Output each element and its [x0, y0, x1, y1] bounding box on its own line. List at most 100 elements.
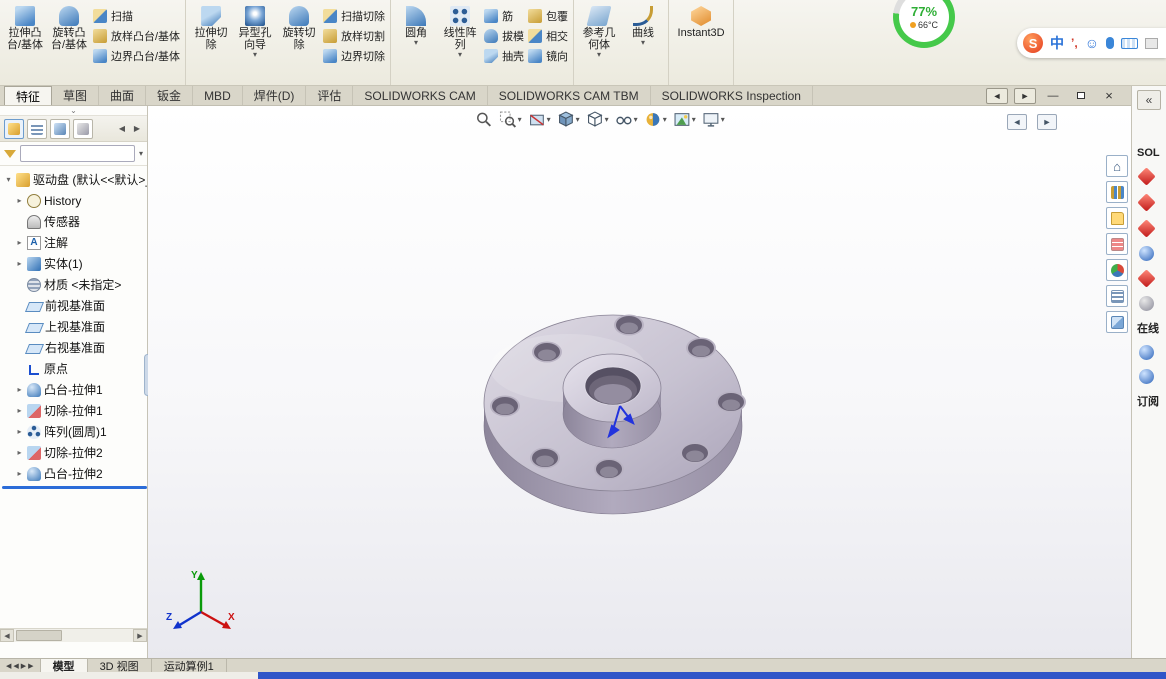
wrap-button[interactable]: 包覆 [528, 8, 568, 24]
panel-collapse-handle[interactable]: ⌄ [0, 106, 147, 116]
rollback-bar[interactable] [2, 486, 147, 489]
tool-icon[interactable] [1139, 296, 1154, 311]
tabs-scroll-left-button[interactable]: ◀ [116, 124, 128, 133]
resource-icon[interactable] [1137, 167, 1156, 186]
tab-weldments[interactable]: 焊件(D) [243, 86, 307, 105]
tab-evaluate[interactable]: 评估 [306, 86, 354, 105]
resource-icon[interactable] [1137, 269, 1156, 288]
sogou-logo-icon[interactable]: S [1023, 33, 1044, 53]
tab-dimxpertmanager[interactable] [73, 118, 93, 139]
shell-button[interactable]: 抽壳 [484, 48, 524, 64]
last-tab-arrow[interactable]: ▶ [28, 662, 33, 670]
rib-button[interactable]: 筋 [484, 8, 524, 24]
expand-arrow-icon[interactable]: ▸ [15, 385, 24, 394]
tab-features[interactable]: 特征 [4, 86, 53, 105]
mirror-button[interactable]: 镜向 [528, 48, 568, 64]
custom-properties-icon[interactable] [1106, 285, 1128, 307]
tab-surfaces[interactable]: 曲面 [99, 86, 147, 105]
ime-punctuation-toggle[interactable]: ’, [1071, 36, 1078, 50]
tab-sheet-metal[interactable]: 钣金 [146, 86, 194, 105]
view-palette-icon[interactable] [1106, 233, 1128, 255]
tree-root[interactable]: ▾ 驱动盘 (默认<<默认>_显 [2, 169, 147, 190]
graphics-viewport[interactable]: ▾ ▾ ▾ ▾ ▾ ▾ ▾ ▾ ◄ ► Y X Z ⌂ [148, 106, 1131, 658]
tab-solidworks-cam-tbm[interactable]: SOLIDWORKS CAM TBM [488, 86, 651, 105]
swept-cut-button[interactable]: 扫描切除 [323, 8, 385, 24]
revolved-cut-button[interactable]: 旋转切除 [277, 2, 321, 52]
tab-solidworks-inspection[interactable]: SOLIDWORKS Inspection [651, 86, 813, 105]
expand-arrow-icon[interactable]: ▸ [15, 406, 24, 415]
tree-item-cut-extrude2[interactable]: ▸ 切除-拉伸2 [2, 442, 147, 463]
fillet-button[interactable]: 圆角 ▾ [394, 2, 438, 48]
close-button[interactable]: × [1098, 88, 1120, 104]
hole-wizard-button[interactable]: 异型孔向导 ▾ [233, 2, 277, 60]
tree-item-cut-extrude1[interactable]: ▸ 切除-拉伸1 [2, 400, 147, 421]
tab-configurationmanager[interactable] [50, 118, 70, 139]
minimize-button[interactable]: — [1042, 88, 1064, 104]
tabs-scroll-right-button[interactable]: ▶ [131, 124, 143, 133]
tree-item-boss-extrude1[interactable]: ▸ 凸台-拉伸1 [2, 379, 147, 400]
instant3d-button[interactable]: Instant3D [672, 2, 730, 40]
expand-arrow-icon[interactable]: ▸ [15, 259, 24, 268]
restore-button[interactable] [1070, 88, 1092, 104]
tab-motion-study[interactable]: 运动算例1 [152, 659, 227, 673]
expand-arrow-icon[interactable]: ▸ [15, 196, 24, 205]
tab-model[interactable]: 模型 [40, 659, 88, 673]
file-explorer-icon[interactable] [1106, 207, 1128, 229]
keyboard-icon[interactable] [1121, 37, 1138, 49]
draft-button[interactable]: 拔模 [484, 28, 524, 44]
tree-horizontal-scrollbar[interactable]: ◀ ▶ [0, 628, 147, 642]
online-resource-icon[interactable] [1139, 369, 1154, 384]
microphone-icon[interactable] [1106, 37, 1114, 49]
reference-geometry-button[interactable]: 参考几何体 ▾ [577, 2, 621, 60]
tree-item-circular-pattern1[interactable]: ▸ 阵列(圆周)1 [2, 421, 147, 442]
prev-tab-arrow[interactable]: ◀ [13, 662, 18, 670]
boundary-boss-button[interactable]: 边界凸台/基体 [93, 48, 180, 64]
tree-item-top-plane[interactable]: 上视基准面 [2, 316, 147, 337]
appearances-icon[interactable] [1106, 259, 1128, 281]
extruded-boss-button[interactable]: 拉伸凸台/基体 [3, 2, 47, 52]
scrollbar-thumb[interactable] [16, 630, 62, 641]
extruded-cut-button[interactable]: 拉伸切除 [189, 2, 233, 52]
expand-arrow-icon[interactable]: ▸ [15, 238, 24, 247]
flange-model[interactable] [148, 106, 1131, 658]
tool-icon[interactable] [1139, 246, 1154, 261]
lofted-boss-button[interactable]: 放样凸台/基体 [93, 28, 180, 44]
online-resource-icon[interactable] [1139, 345, 1154, 360]
emoji-icon[interactable]: ☺ [1085, 35, 1099, 51]
tab-solidworks-cam[interactable]: SOLIDWORKS CAM [353, 86, 488, 105]
lofted-cut-button[interactable]: 放样切割 [323, 28, 385, 44]
collapse-chevrons-icon[interactable]: « [1137, 90, 1161, 110]
curves-button[interactable]: 曲线 ▾ [621, 2, 665, 48]
tab-propertymanager[interactable] [27, 118, 47, 139]
tree-filter-input[interactable] [20, 145, 135, 162]
tree-item-sensors[interactable]: 传感器 [2, 211, 147, 232]
resource-icon[interactable] [1137, 219, 1156, 238]
expand-arrow-icon[interactable]: ▸ [15, 427, 24, 436]
tree-item-boss-extrude2[interactable]: ▸ 凸台-拉伸2 [2, 463, 147, 484]
tab-3d-views[interactable]: 3D 视图 [88, 659, 152, 673]
tab-sketch[interactable]: 草图 [52, 86, 100, 105]
expand-arrow-icon[interactable]: ▸ [15, 469, 24, 478]
tree-item-history[interactable]: ▸ History [2, 190, 147, 211]
tree-item-annotations[interactable]: ▸ 注解 [2, 232, 147, 253]
tree-item-solid-bodies[interactable]: ▸ 实体(1) [2, 253, 147, 274]
expand-arrow-icon[interactable]: ▸ [15, 448, 24, 457]
tab-featuremanager[interactable] [4, 118, 24, 139]
tree-item-front-plane[interactable]: 前视基准面 [2, 295, 147, 316]
swept-boss-button[interactable]: 扫描 [93, 8, 180, 24]
scroll-right-arrow[interactable]: ▶ [133, 629, 147, 642]
pane-back-button[interactable]: ◄ [986, 87, 1008, 104]
tree-item-material[interactable]: 材质 <未指定> [2, 274, 147, 295]
resource-icon[interactable] [1137, 193, 1156, 212]
design-library-icon[interactable] [1106, 181, 1128, 203]
tab-mbd[interactable]: MBD [193, 86, 243, 105]
tree-item-right-plane[interactable]: 右视基准面 [2, 337, 147, 358]
first-tab-arrow[interactable]: ◀ [6, 662, 11, 670]
revolved-boss-button[interactable]: 旋转凸台/基体 [47, 2, 91, 52]
intersect-button[interactable]: 相交 [528, 28, 568, 44]
expand-arrow-icon[interactable]: ▾ [4, 175, 13, 184]
tree-item-origin[interactable]: 原点 [2, 358, 147, 379]
boundary-cut-button[interactable]: 边界切除 [323, 48, 385, 64]
forum-icon[interactable] [1106, 311, 1128, 333]
ime-language-toggle[interactable]: 中 [1050, 33, 1064, 53]
